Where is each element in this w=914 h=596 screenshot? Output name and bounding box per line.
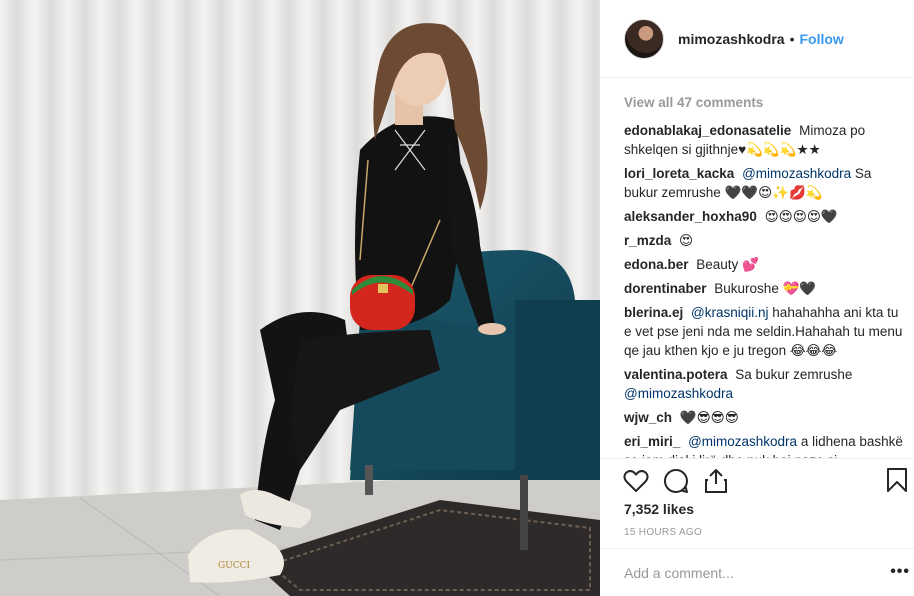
share-icon [705, 469, 727, 493]
comment-text: Sa bukur zemrushe [735, 367, 853, 382]
likes-count[interactable]: 7,352 likes [624, 501, 694, 517]
comment-text: Bukuroshe 💝🖤 [714, 281, 817, 296]
comment-text: Beauty 💕 [696, 257, 759, 272]
comment-mention[interactable]: @mimozashkodra [688, 434, 797, 449]
comment-username[interactable]: r_mzda [624, 233, 671, 248]
post-photo-illustration: GUCCI [0, 0, 600, 596]
separator-dot: • [789, 30, 795, 47]
comment-text: 🖤😎😎😎 [679, 410, 739, 425]
comment-username[interactable]: wjw_ch [624, 410, 672, 425]
more-options-button[interactable]: ••• [890, 563, 910, 581]
comment-item: edonablakaj_edonasatelie Mimoza po shkel… [624, 121, 906, 159]
view-all-comments-link[interactable]: View all 47 comments [624, 93, 906, 112]
comment-item: dorentinaber Bukuroshe 💝🖤 [624, 279, 906, 298]
comment-button[interactable] [662, 467, 690, 495]
post-side-panel: mimozashkodra • Follow View all 47 comme… [600, 0, 914, 596]
comment-item: wjw_ch 🖤😎😎😎 [624, 408, 906, 427]
comment-mention[interactable]: @mimozashkodra [742, 166, 851, 181]
post-header: mimozashkodra • Follow [600, 0, 914, 78]
post-header-text: mimozashkodra • Follow [678, 31, 844, 47]
comment-item: blerina.ej @krasniqii.nj hahahahha ani k… [624, 303, 906, 360]
comment-text: 😍 [679, 233, 694, 248]
post-photo[interactable]: GUCCI [0, 0, 600, 596]
comment-text: 😍😍😍😍🖤 [764, 209, 838, 224]
comment-username[interactable]: eri_miri_ [624, 434, 680, 449]
comment-item: edona.ber Beauty 💕 [624, 255, 906, 274]
heart-icon [623, 470, 649, 492]
like-button[interactable] [622, 467, 650, 495]
avatar[interactable] [624, 18, 664, 59]
share-button[interactable] [702, 467, 730, 495]
comment-username[interactable]: valentina.potera [624, 367, 728, 382]
svg-text:GUCCI: GUCCI [218, 561, 251, 571]
comments-list[interactable]: View all 47 comments edonablakaj_edonasa… [624, 86, 906, 458]
comment-username[interactable]: edonablakaj_edonasatelie [624, 123, 791, 138]
comment-username[interactable]: dorentinaber [624, 281, 707, 296]
post-actions: 7,352 likes 15 HOURS AGO [600, 458, 914, 548]
action-icons [622, 467, 730, 495]
comment-mention[interactable]: @mimozashkodra [624, 386, 733, 401]
comment-item: valentina.potera Sa bukur zemrushe @mimo… [624, 365, 906, 403]
author-username[interactable]: mimozashkodra [678, 31, 785, 47]
save-button[interactable] [886, 467, 912, 495]
comment-item: aleksander_hoxha90 😍😍😍😍🖤 [624, 207, 906, 226]
comment-item: r_mzda 😍 [624, 231, 906, 250]
comment-username[interactable]: lori_loreta_kacka [624, 166, 734, 181]
comment-icon [664, 468, 688, 493]
comment-item: lori_loreta_kacka @mimozashkodra Sa buku… [624, 164, 906, 202]
comment-item: eri_miri_ @mimozashkodra a lidhena bashk… [624, 432, 906, 458]
add-comment-input[interactable] [624, 564, 874, 581]
comment-username[interactable]: edona.ber [624, 257, 689, 272]
add-comment-bar: ••• [600, 548, 914, 596]
comment-mention[interactable]: @krasniqii.nj [691, 305, 768, 320]
post-timestamp[interactable]: 15 HOURS AGO [624, 527, 702, 538]
bookmark-icon [887, 468, 907, 492]
comment-username[interactable]: aleksander_hoxha90 [624, 209, 757, 224]
follow-button[interactable]: Follow [800, 31, 844, 47]
comment-username[interactable]: blerina.ej [624, 305, 683, 320]
